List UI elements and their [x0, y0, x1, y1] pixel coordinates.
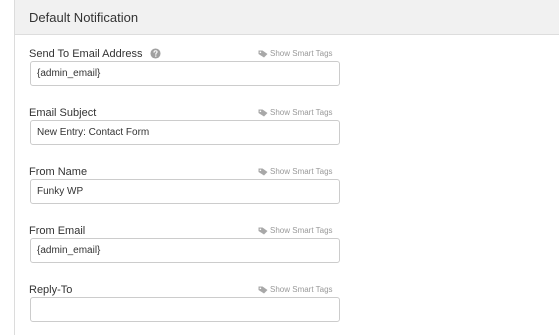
- from-email-input[interactable]: [30, 238, 340, 263]
- show-smart-tags-link[interactable]: Show Smart Tags: [258, 225, 333, 237]
- show-smart-tags-label: Show Smart Tags: [270, 108, 333, 117]
- tag-icon: [258, 227, 268, 235]
- show-smart-tags-label: Show Smart Tags: [270, 226, 333, 235]
- question-circle-icon[interactable]: [150, 48, 161, 59]
- notification-panel: Default Notification Send To Email Addre…: [14, 0, 559, 335]
- panel-header: Default Notification: [15, 0, 559, 35]
- from-email-label: From Email: [29, 225, 86, 237]
- show-smart-tags-label: Show Smart Tags: [270, 285, 333, 294]
- from-name-input[interactable]: [30, 179, 340, 204]
- tag-icon: [258, 50, 268, 58]
- tag-icon: [258, 109, 268, 117]
- tag-icon: [258, 168, 268, 176]
- send-to-email-field-group: Send To Email Address Show Smart Tags: [15, 47, 559, 97]
- send-to-email-input[interactable]: [30, 61, 340, 86]
- show-smart-tags-link[interactable]: Show Smart Tags: [258, 284, 333, 296]
- reply-to-input[interactable]: [30, 297, 340, 322]
- from-email-field-group: From Email Show Smart Tags: [15, 224, 559, 274]
- reply-to-label: Reply-To: [29, 284, 73, 296]
- send-to-email-label: Send To Email Address: [29, 48, 143, 60]
- show-smart-tags-link[interactable]: Show Smart Tags: [258, 107, 333, 119]
- show-smart-tags-link[interactable]: Show Smart Tags: [258, 48, 333, 60]
- panel-title: Default Notification: [29, 10, 139, 25]
- email-subject-label: Email Subject: [29, 107, 97, 119]
- email-subject-field-group: Email Subject Show Smart Tags: [15, 106, 559, 156]
- from-name-label: From Name: [29, 166, 88, 178]
- reply-to-field-group: Reply-To Show Smart Tags: [15, 283, 559, 333]
- email-subject-input[interactable]: [30, 120, 340, 145]
- tag-icon: [258, 286, 268, 294]
- show-smart-tags-link[interactable]: Show Smart Tags: [258, 166, 333, 178]
- from-name-field-group: From Name Show Smart Tags: [15, 165, 559, 215]
- show-smart-tags-label: Show Smart Tags: [270, 49, 333, 58]
- show-smart-tags-label: Show Smart Tags: [270, 167, 333, 176]
